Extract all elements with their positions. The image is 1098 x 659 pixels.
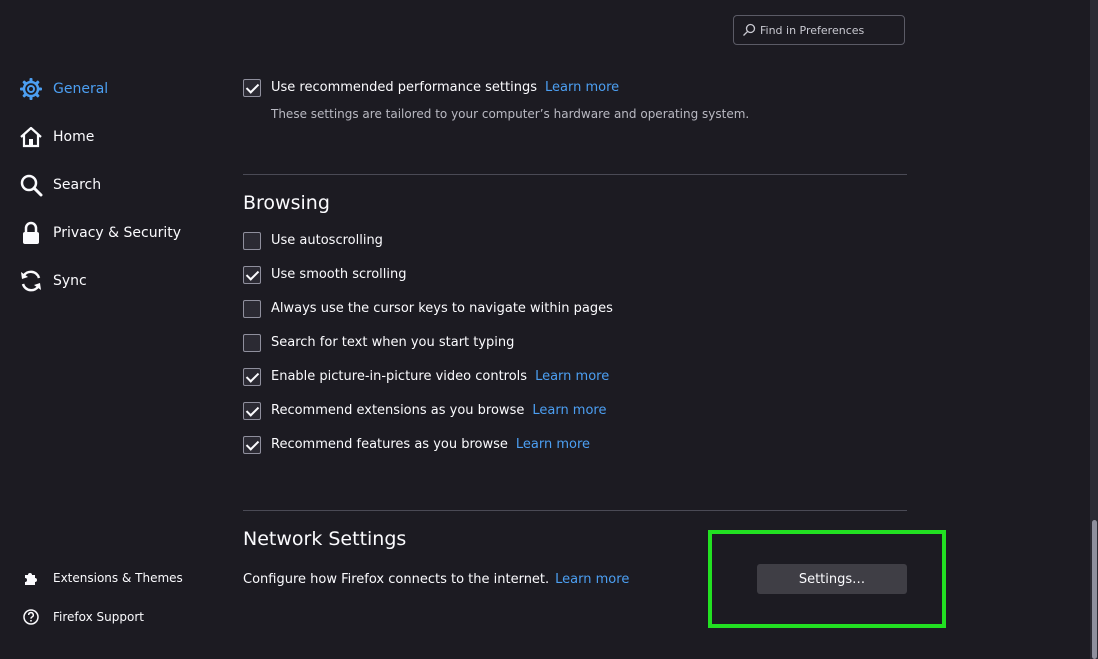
option-text: Recommend features as you browse (271, 437, 508, 452)
puzzle-icon (21, 568, 41, 588)
learn-more-link[interactable]: Learn more (516, 437, 590, 452)
option-text: Use recommended performance settings (271, 80, 538, 95)
description-text: Configure how Firefox connects to the in… (243, 572, 550, 587)
sidebar-item-general[interactable]: General (19, 75, 108, 103)
sidebar-item-label: Search (53, 177, 102, 193)
recommend-features-checkbox[interactable] (243, 436, 261, 454)
recommend-features-label: Recommend features as you browse Learn mo… (271, 437, 590, 452)
recommend-extensions-checkbox[interactable] (243, 402, 261, 420)
learn-more-link[interactable]: Learn more (545, 80, 619, 95)
section-divider (243, 174, 907, 175)
network-description: Configure how Firefox connects to the in… (243, 572, 629, 587)
sync-icon (19, 269, 43, 293)
option-text: Enable picture-in-picture video controls (271, 369, 528, 384)
sidebar-item-label: Privacy & Security (53, 225, 181, 241)
option-text: Recommend extensions as you browse (271, 403, 525, 418)
sidebar-item-search[interactable]: Search (19, 171, 101, 199)
section-divider (243, 510, 907, 511)
search-icon (743, 23, 756, 36)
sidebar-item-privacy[interactable]: Privacy & Security (19, 219, 181, 247)
smooth-scrolling-checkbox[interactable] (243, 266, 261, 284)
highlight-box (708, 530, 946, 628)
sidebar-item-extensions-themes[interactable]: Extensions & Themes (21, 564, 183, 592)
search-input[interactable] (760, 22, 900, 39)
sidebar-item-sync[interactable]: Sync (19, 267, 87, 295)
option-text: Search for text when you start typing (271, 335, 515, 350)
cursor-keys-checkbox[interactable] (243, 300, 261, 318)
recommended-performance-checkbox[interactable] (243, 79, 261, 97)
scrollbar-thumb[interactable] (1092, 520, 1097, 659)
picture-in-picture-label: Enable picture-in-picture video controls… (271, 369, 609, 384)
search-icon (19, 173, 43, 197)
sidebar-item-label: Sync (53, 273, 87, 289)
option-text: Always use the cursor keys to navigate w… (271, 301, 613, 316)
sidebar-item-firefox-support[interactable]: Firefox Support (21, 603, 144, 631)
option-text: Use autoscrolling (271, 233, 383, 248)
learn-more-link[interactable]: Learn more (532, 403, 606, 418)
cursor-keys-label: Always use the cursor keys to navigate w… (271, 301, 613, 316)
autoscrolling-checkbox[interactable] (243, 232, 261, 250)
sidebar-item-label: General (53, 81, 109, 97)
search-when-typing-checkbox[interactable] (243, 334, 261, 352)
find-in-preferences-field[interactable] (733, 15, 905, 45)
lock-icon (19, 221, 43, 245)
help-icon (21, 607, 41, 627)
sidebar-item-label: Extensions & Themes (53, 571, 183, 585)
learn-more-link[interactable]: Learn more (555, 572, 629, 587)
option-text: Use smooth scrolling (271, 267, 407, 282)
autoscrolling-label: Use autoscrolling (271, 233, 383, 248)
sidebar-item-home[interactable]: Home (19, 123, 94, 151)
smooth-scrolling-label: Use smooth scrolling (271, 267, 407, 282)
home-icon (19, 125, 43, 149)
search-when-typing-label: Search for text when you start typing (271, 335, 514, 350)
performance-description: These settings are tailored to your comp… (271, 107, 750, 121)
sidebar-item-label: Firefox Support (53, 610, 144, 624)
browsing-heading: Browsing (243, 192, 330, 214)
learn-more-link[interactable]: Learn more (535, 369, 609, 384)
gear-icon (19, 77, 43, 101)
recommend-extensions-label: Recommend extensions as you browse Learn … (271, 403, 606, 418)
network-settings-heading: Network Settings (243, 528, 407, 550)
picture-in-picture-checkbox[interactable] (243, 368, 261, 386)
sidebar-item-label: Home (53, 129, 95, 145)
recommended-performance-label: Use recommended performance settings Lear… (271, 80, 619, 95)
